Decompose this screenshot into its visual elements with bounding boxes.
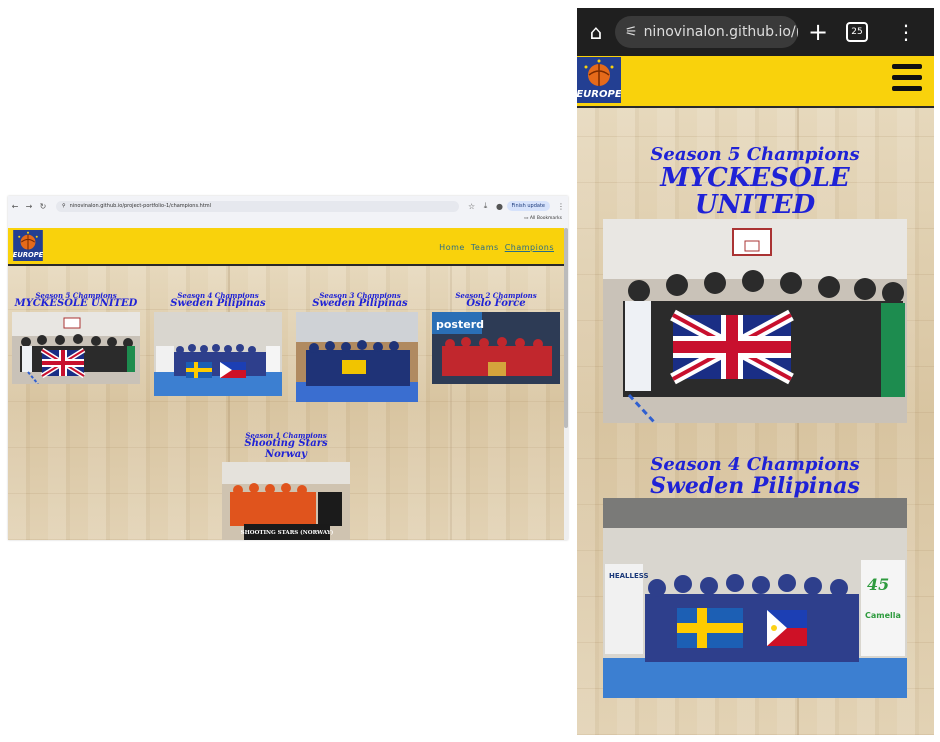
nav-teams[interactable]: Teams bbox=[471, 243, 499, 252]
champions-section: Season 5 Champions MYCKESOLE UNITED Seas… bbox=[577, 108, 934, 735]
team-photo-season4[interactable]: HEALLESS 45 Camella bbox=[603, 497, 907, 698]
sweden-flag-icon bbox=[677, 607, 743, 648]
europe-logo-icon[interactable]: EUROPE bbox=[577, 57, 621, 103]
mobile-toolbar: ⌂ ⚟ ninovinalon.github.io/projec + 25 ⋮ bbox=[577, 8, 934, 56]
team-name: Oslo Force bbox=[466, 298, 526, 310]
nav-champions[interactable]: Champions bbox=[505, 243, 554, 252]
team-photo-season2[interactable]: posterd bbox=[432, 311, 560, 384]
menu-icon[interactable]: ⋮ bbox=[554, 202, 568, 211]
site-header: EUROPE Home Teams Champions bbox=[8, 228, 564, 266]
banner-text: posterd bbox=[436, 318, 484, 331]
team-name: MYCKESOLE UNITED bbox=[14, 298, 138, 310]
champion-card-season4: Season 4 Champions Sweden Pilipinas bbox=[154, 292, 282, 396]
banner-text: HEALLESS bbox=[609, 572, 649, 580]
logo-text: EUROPE bbox=[13, 251, 44, 259]
banner-text: Camella bbox=[865, 611, 901, 620]
menu-icon[interactable]: ⋮ bbox=[896, 20, 916, 44]
mobile-browser: ⌂ ⚟ ninovinalon.github.io/projec + 25 ⋮ … bbox=[577, 8, 934, 735]
champion-card-season5: Season 5 Champions MYCKESOLE UNITED bbox=[603, 145, 907, 424]
scrollbar-thumb[interactable] bbox=[564, 228, 568, 428]
finish-update-button[interactable]: Finish update bbox=[506, 201, 550, 211]
reload-icon[interactable]: ↻ bbox=[36, 202, 50, 211]
address-text: ninovinalon.github.io/project-portfolio-… bbox=[69, 203, 212, 209]
europe-logo-icon[interactable]: EUROPE bbox=[12, 230, 44, 261]
home-icon[interactable]: ⌂ bbox=[577, 20, 615, 44]
team-photo-season5[interactable] bbox=[12, 311, 140, 384]
site-settings-icon[interactable]: ⚲ bbox=[62, 203, 66, 209]
desktop-browser-window: ← → ↻ ⚲ ninovinalon.github.io/project-po… bbox=[8, 196, 568, 540]
uk-flag-icon bbox=[670, 310, 794, 385]
champions-section: Season 5 Champions MYCKESOLE UNITED Seas… bbox=[8, 266, 564, 540]
scrollbar[interactable] bbox=[564, 228, 568, 540]
new-tab-icon[interactable]: + bbox=[798, 18, 838, 46]
team-photo-season5[interactable] bbox=[603, 219, 907, 424]
address-bar[interactable]: ⚲ ninovinalon.github.io/project-portfoli… bbox=[56, 200, 459, 212]
back-icon[interactable]: ← bbox=[8, 202, 22, 211]
team-photo-season1[interactable]: SHOOTING STARS (NORWAY) bbox=[222, 462, 350, 540]
profile-icon[interactable]: ● bbox=[493, 202, 507, 211]
champion-card-season3: Season 3 Champions Sweden Pilipinas bbox=[296, 292, 424, 402]
forward-icon[interactable]: → bbox=[22, 202, 36, 211]
address-text: ninovinalon.github.io/projec bbox=[643, 24, 798, 40]
champion-card-season4: Season 4 Champions Sweden Pilipinas HEAL… bbox=[603, 455, 907, 698]
hamburger-menu-icon[interactable] bbox=[892, 64, 922, 97]
folder-icon: ▭ bbox=[524, 216, 529, 221]
banner-text: SHOOTING STARS (NORWAY) bbox=[241, 529, 334, 536]
sweden-flag-icon bbox=[186, 361, 212, 378]
download-icon[interactable]: ⤓ bbox=[479, 201, 493, 211]
webpage: EUROPE Home Teams Champions Season 5 Cha… bbox=[8, 228, 564, 540]
team-photo-season3[interactable] bbox=[296, 311, 418, 402]
address-bar[interactable]: ⚟ ninovinalon.github.io/projec bbox=[615, 16, 798, 48]
banner-number: 45 bbox=[867, 575, 889, 594]
main-nav: Home Teams Champions bbox=[436, 243, 554, 252]
all-bookmarks-link[interactable]: All Bookmarks bbox=[530, 216, 562, 221]
team-photo-season4[interactable] bbox=[154, 311, 282, 396]
team-name: MYCKESOLE UNITED bbox=[660, 162, 850, 221]
champion-card-season1: Season 1 Champions Shooting Stars Norway… bbox=[222, 432, 350, 540]
site-settings-icon[interactable]: ⚟ bbox=[625, 24, 638, 40]
philippines-flag-icon bbox=[220, 361, 246, 378]
team-name: Shooting Stars Norway bbox=[244, 438, 328, 460]
site-header: EUROPE bbox=[577, 56, 934, 108]
bookmark-star-icon[interactable]: ☆ bbox=[465, 202, 479, 211]
team-name: Sweden Pilipinas bbox=[312, 298, 408, 310]
team-name: Sweden Pilipinas bbox=[170, 298, 266, 310]
champion-card-season5: Season 5 Champions MYCKESOLE UNITED bbox=[12, 292, 140, 384]
bookmarks-bar: ▭ All Bookmarks bbox=[8, 216, 568, 227]
uk-flag-icon bbox=[40, 347, 86, 378]
nav-home[interactable]: Home bbox=[439, 243, 465, 252]
team-name: Sweden Pilipinas bbox=[650, 472, 860, 499]
tab-count-button[interactable]: 25 bbox=[846, 22, 868, 42]
champion-card-season2: Season 2 Champions Oslo Force posterd bbox=[432, 292, 560, 384]
philippines-flag-icon bbox=[767, 609, 807, 646]
browser-toolbar: ← → ↻ ⚲ ninovinalon.github.io/project-po… bbox=[8, 196, 568, 216]
logo-text: EUROPE bbox=[577, 89, 621, 100]
